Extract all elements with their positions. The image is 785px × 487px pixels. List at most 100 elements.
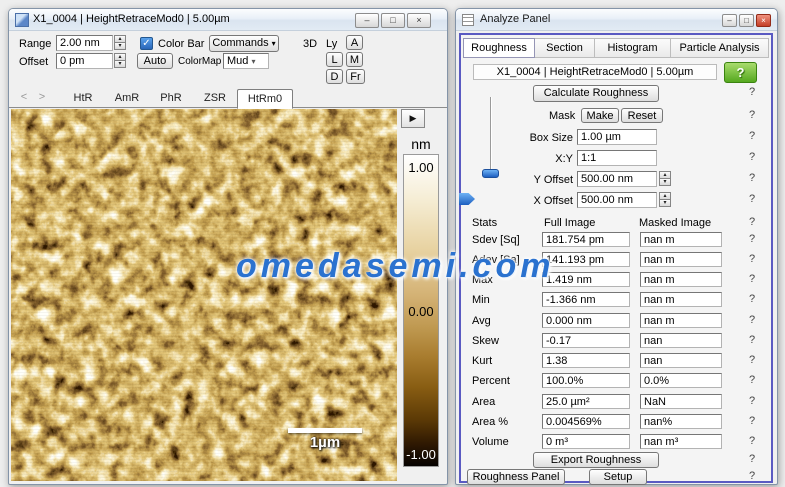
stat-masked-value[interactable]: nan m³ — [640, 434, 722, 449]
button-a[interactable]: A — [346, 35, 363, 50]
maximize-icon[interactable]: □ — [381, 13, 405, 28]
tab-htr[interactable]: HtR — [61, 89, 105, 107]
help-mark[interactable]: ? — [746, 314, 758, 326]
tab-particle-analysis[interactable]: Particle Analysis — [671, 38, 769, 58]
mask-make-button[interactable]: Make — [581, 108, 619, 123]
stat-full-value[interactable]: 1.419 nm — [542, 272, 630, 287]
stats-header: Stats — [472, 217, 497, 229]
x-offset-stepper[interactable]: ▴ ▾ — [659, 192, 671, 207]
stat-masked-value[interactable]: 0.0% — [640, 373, 722, 388]
tab-amr[interactable]: AmR — [105, 89, 149, 107]
y-offset-slider-thumb[interactable] — [482, 169, 499, 178]
box-size-input[interactable]: 1.00 µm — [577, 129, 657, 145]
stat-masked-value[interactable]: nan — [640, 353, 722, 368]
tab-prev-button[interactable]: < — [17, 91, 31, 103]
help-mark[interactable]: ? — [746, 193, 758, 205]
down-arrow-icon[interactable]: ▾ — [114, 60, 126, 68]
stat-full-value[interactable]: 141.193 pm — [542, 252, 630, 267]
stat-label: Adev [Sa] — [472, 254, 520, 266]
dropdown-arrow-icon: ▾ — [272, 39, 276, 48]
down-arrow-icon[interactable]: ▾ — [659, 199, 671, 207]
range-input[interactable]: 2.00 nm — [56, 35, 113, 51]
tab-htrm0[interactable]: HtRm0 — [237, 89, 293, 109]
help-mark[interactable]: ? — [746, 233, 758, 245]
y-offset-input[interactable]: 500.00 nm — [577, 171, 657, 187]
down-arrow-icon[interactable]: ▾ — [659, 178, 671, 186]
colormap-value: Mud — [227, 55, 248, 67]
button-l[interactable]: L — [326, 52, 343, 67]
stat-masked-value[interactable]: NaN — [640, 394, 722, 409]
stat-full-value[interactable]: 1.38 — [542, 353, 630, 368]
stat-full-value[interactable]: 0.004569% — [542, 414, 630, 429]
calculate-roughness-button[interactable]: Calculate Roughness — [533, 85, 659, 102]
help-mark[interactable]: ? — [746, 216, 758, 228]
analyze-titlebar[interactable]: Analyze Panel – □ × — [456, 9, 777, 31]
help-mark[interactable]: ? — [746, 273, 758, 285]
stat-full-value[interactable]: 25.0 µm² — [542, 394, 630, 409]
stat-masked-value[interactable]: nan m — [640, 232, 722, 247]
stat-full-value[interactable]: 0 m³ — [542, 434, 630, 449]
tab-section[interactable]: Section — [535, 38, 595, 58]
stat-full-value[interactable]: -1.366 nm — [542, 292, 630, 307]
tab-next-button[interactable]: > — [35, 91, 49, 103]
auto-button[interactable]: Auto — [137, 53, 173, 69]
stat-full-value[interactable]: -0.17 — [542, 333, 630, 348]
mask-reset-button[interactable]: Reset — [621, 108, 663, 123]
help-button[interactable]: ? — [724, 62, 757, 83]
tab-roughness[interactable]: Roughness — [463, 38, 535, 58]
setup-button[interactable]: Setup — [589, 469, 647, 485]
tab-phr[interactable]: PhR — [149, 89, 193, 107]
x-offset-input[interactable]: 500.00 nm — [577, 192, 657, 208]
help-mark[interactable]: ? — [746, 253, 758, 265]
stat-full-value[interactable]: 181.754 pm — [542, 232, 630, 247]
down-arrow-icon[interactable]: ▾ — [114, 42, 126, 50]
close-icon[interactable]: × — [756, 14, 771, 27]
stat-masked-value[interactable]: nan m — [640, 272, 722, 287]
button-d[interactable]: D — [326, 69, 343, 84]
color-bar-checkbox[interactable]: ✓ — [140, 37, 153, 50]
commands-dropdown[interactable]: Commands ▾ — [209, 35, 279, 52]
help-mark[interactable]: ? — [746, 470, 758, 482]
stat-masked-value[interactable]: nan m — [640, 292, 722, 307]
help-mark[interactable]: ? — [746, 354, 758, 366]
help-mark[interactable]: ? — [746, 151, 758, 163]
offset-stepper[interactable]: ▴ ▾ — [114, 53, 126, 68]
minimize-icon[interactable]: – — [355, 13, 379, 28]
stat-full-value[interactable]: 100.0% — [542, 373, 630, 388]
stat-masked-value[interactable]: nan m — [640, 313, 722, 328]
image-window: X1_0004 | HeightRetraceMod0 | 5.00µm – □… — [8, 8, 448, 485]
image-window-titlebar[interactable]: X1_0004 | HeightRetraceMod0 | 5.00µm – □… — [9, 9, 447, 31]
help-mark[interactable]: ? — [746, 453, 758, 465]
help-mark[interactable]: ? — [746, 130, 758, 142]
maximize-icon[interactable]: □ — [739, 14, 754, 27]
close-icon[interactable]: × — [407, 13, 431, 28]
help-mark[interactable]: ? — [746, 435, 758, 447]
help-mark[interactable]: ? — [746, 395, 758, 407]
help-mark[interactable]: ? — [746, 415, 758, 427]
colormap-dropdown[interactable]: Mud ▾ — [223, 53, 269, 69]
stat-masked-value[interactable]: nan% — [640, 414, 722, 429]
offset-input[interactable]: 0 pm — [56, 53, 113, 69]
stat-masked-value[interactable]: nan m — [640, 252, 722, 267]
range-stepper[interactable]: ▴ ▾ — [114, 35, 126, 50]
afm-image-area[interactable]: 1µm — [11, 109, 397, 481]
tab-zsr[interactable]: ZSR — [193, 89, 237, 107]
xy-input[interactable]: 1:1 — [577, 150, 657, 166]
button-fr[interactable]: Fr — [346, 69, 365, 84]
tab-histogram[interactable]: Histogram — [595, 38, 671, 58]
help-mark[interactable]: ? — [746, 334, 758, 346]
help-mark[interactable]: ? — [746, 172, 758, 184]
stat-masked-value[interactable]: nan — [640, 333, 722, 348]
export-roughness-button[interactable]: Export Roughness — [533, 452, 659, 468]
help-mark[interactable]: ? — [746, 109, 758, 121]
help-mark[interactable]: ? — [746, 293, 758, 305]
button-m[interactable]: M — [346, 52, 363, 67]
play-button[interactable]: ▶ — [401, 109, 425, 128]
help-mark[interactable]: ? — [746, 86, 758, 98]
help-mark[interactable]: ? — [746, 374, 758, 386]
y-offset-slider-track[interactable] — [490, 97, 492, 171]
minimize-icon[interactable]: – — [722, 14, 737, 27]
roughness-panel-button[interactable]: Roughness Panel — [467, 469, 565, 485]
stat-full-value[interactable]: 0.000 nm — [542, 313, 630, 328]
y-offset-stepper[interactable]: ▴ ▾ — [659, 171, 671, 186]
